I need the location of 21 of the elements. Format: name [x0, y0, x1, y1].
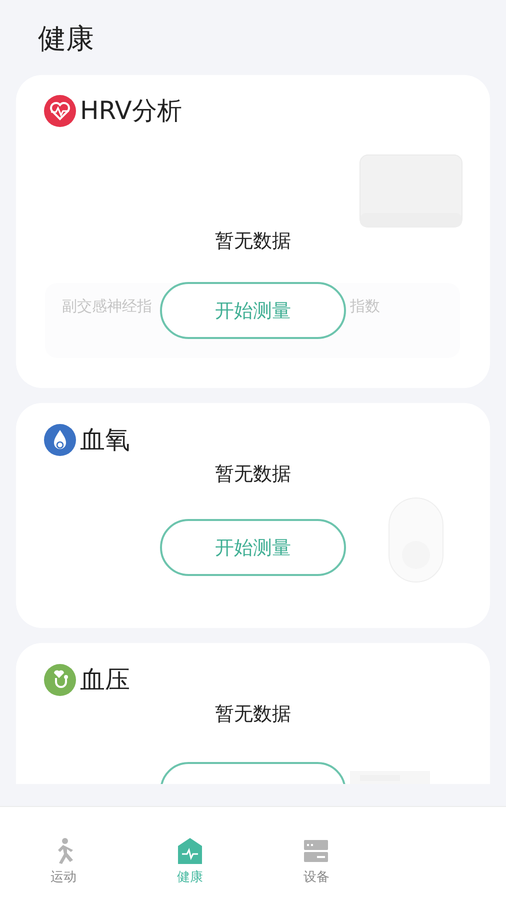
- card-title: HRV分析: [80, 95, 182, 127]
- no-data-text: 暂无数据: [214, 229, 292, 253]
- tab-bar-item[interactable]: 健康: [126, 837, 253, 900]
- card-title: 血压: [80, 664, 130, 696]
- no-data-text: 暂无数据: [214, 702, 292, 726]
- health-house-icon: [176, 837, 203, 865]
- page-title: 健康: [37, 21, 95, 57]
- stethoscope-icon: [44, 664, 76, 696]
- oxygen-drop-icon: [44, 424, 76, 456]
- card-title: 血氧: [80, 424, 130, 456]
- faded-label: 指数: [350, 297, 380, 317]
- tab-label: 健康: [176, 869, 203, 886]
- tab-bar-item[interactable]: 设备: [253, 837, 380, 900]
- tab-label: 运动: [50, 869, 76, 886]
- no-data-text: 暂无数据: [214, 462, 292, 486]
- faded-label: 副交感神经指: [62, 297, 152, 317]
- tab-label: 设备: [303, 869, 330, 886]
- server-icon: [303, 837, 330, 865]
- tab-bar-item[interactable]: 运动: [0, 837, 126, 900]
- start-measure-button[interactable]: 开始测量: [160, 519, 346, 576]
- start-measure-button[interactable]: 开始测量: [160, 282, 346, 339]
